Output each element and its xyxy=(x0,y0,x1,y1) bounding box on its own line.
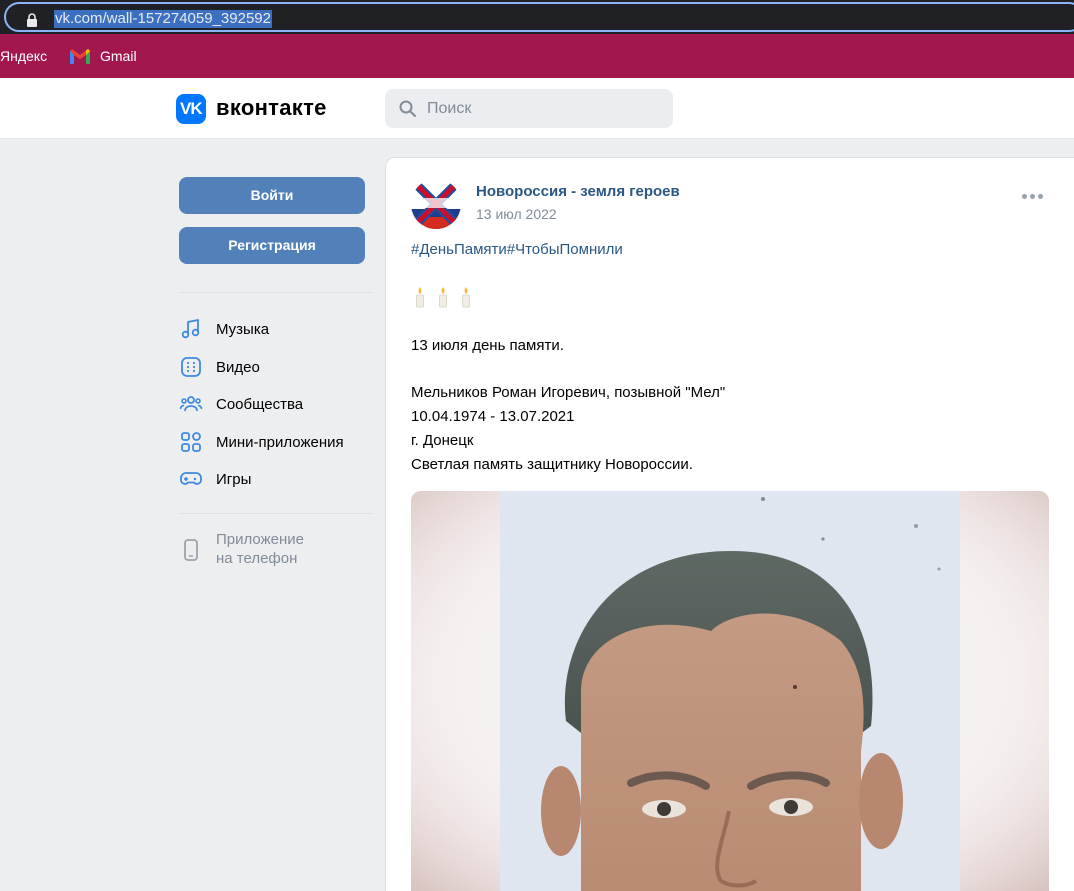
lock-icon xyxy=(27,13,37,27)
candle-icon xyxy=(462,287,470,308)
wall-post: Новороссия - земля героев 13 июл 2022 #Д… xyxy=(385,157,1074,891)
sidebar-item-video[interactable]: Видео xyxy=(179,352,373,382)
login-button[interactable]: Войти xyxy=(179,177,365,214)
sidebar-divider xyxy=(179,292,373,293)
post-text-line: Мельников Роман Игоревич, позывной "Мел" xyxy=(411,384,726,401)
sidebar-item-label: Видео xyxy=(216,358,260,376)
candle-emojis xyxy=(414,286,472,308)
mobile-app-label: Приложение на телефон xyxy=(216,531,304,567)
bookmark-gmail[interactable]: Gmail xyxy=(70,47,137,65)
post-date[interactable]: 13 июл 2022 xyxy=(476,206,557,222)
bookmark-gmail-label: Gmail xyxy=(100,48,137,64)
vk-header: VK вконтакте xyxy=(0,78,1074,139)
register-button[interactable]: Регистрация xyxy=(179,227,365,264)
sidebar-item-label: Музыка xyxy=(216,320,270,338)
search-box[interactable] xyxy=(385,89,673,128)
bookmark-yandex[interactable]: Яндекс xyxy=(0,47,47,65)
vk-wordmark[interactable]: вконтакте xyxy=(216,95,327,121)
bookmarks-bar: Яндекс Gmail xyxy=(0,34,1074,78)
sidebar-item-games[interactable]: Игры xyxy=(179,464,373,494)
post-text-line: г. Донецк xyxy=(411,432,474,449)
phone-icon xyxy=(184,539,198,561)
vk-logo-icon[interactable]: VK xyxy=(176,94,206,124)
post-text-line: Светлая память защитнику Новороссии. xyxy=(411,456,693,473)
sidebar-item-mini-apps[interactable]: Мини-приложения xyxy=(179,427,373,457)
more-options-icon[interactable] xyxy=(1022,194,1043,199)
post-photo[interactable] xyxy=(411,491,1049,891)
post-author-link[interactable]: Новороссия - земля героев xyxy=(476,183,680,200)
sidebar-item-mobile-app[interactable]: Приложение на телефон xyxy=(179,530,373,568)
sidebar-item-communities[interactable]: Сообщества xyxy=(179,389,373,419)
games-icon xyxy=(180,472,202,485)
sidebar-divider xyxy=(179,513,373,514)
candle-icon xyxy=(416,287,424,308)
url-field[interactable]: vk.com/wall-157274059_392592 xyxy=(4,2,1074,32)
browser-address-bar: vk.com/wall-157274059_392592 xyxy=(0,0,1074,34)
mini-apps-icon xyxy=(181,432,201,452)
sidebar-item-label: Сообщества xyxy=(216,395,304,413)
community-avatar[interactable] xyxy=(411,179,461,229)
sidebar-item-music[interactable]: Музыка xyxy=(179,314,373,344)
music-icon xyxy=(181,319,200,339)
video-icon xyxy=(181,357,201,377)
sidebar-item-label: Игры xyxy=(216,470,252,488)
search-input[interactable] xyxy=(427,89,657,128)
portrait-photo xyxy=(411,491,1049,891)
sidebar-item-label: Мини-приложения xyxy=(216,433,344,451)
post-text-line: 10.04.1974 - 13.07.2021 xyxy=(411,408,575,425)
gmail-icon xyxy=(70,48,90,64)
post-text-line: 13 июля день памяти. xyxy=(411,337,564,354)
candle-icon xyxy=(439,287,447,308)
novorossiya-flag-avatar xyxy=(411,179,461,229)
search-icon xyxy=(399,100,416,117)
vk-logo-letters: VK xyxy=(180,99,203,118)
url-text[interactable]: vk.com/wall-157274059_392592 xyxy=(54,10,272,28)
communities-icon xyxy=(179,396,203,412)
post-hashtags[interactable]: #ДеньПамяти#ЧтобыПомнили xyxy=(411,241,623,258)
